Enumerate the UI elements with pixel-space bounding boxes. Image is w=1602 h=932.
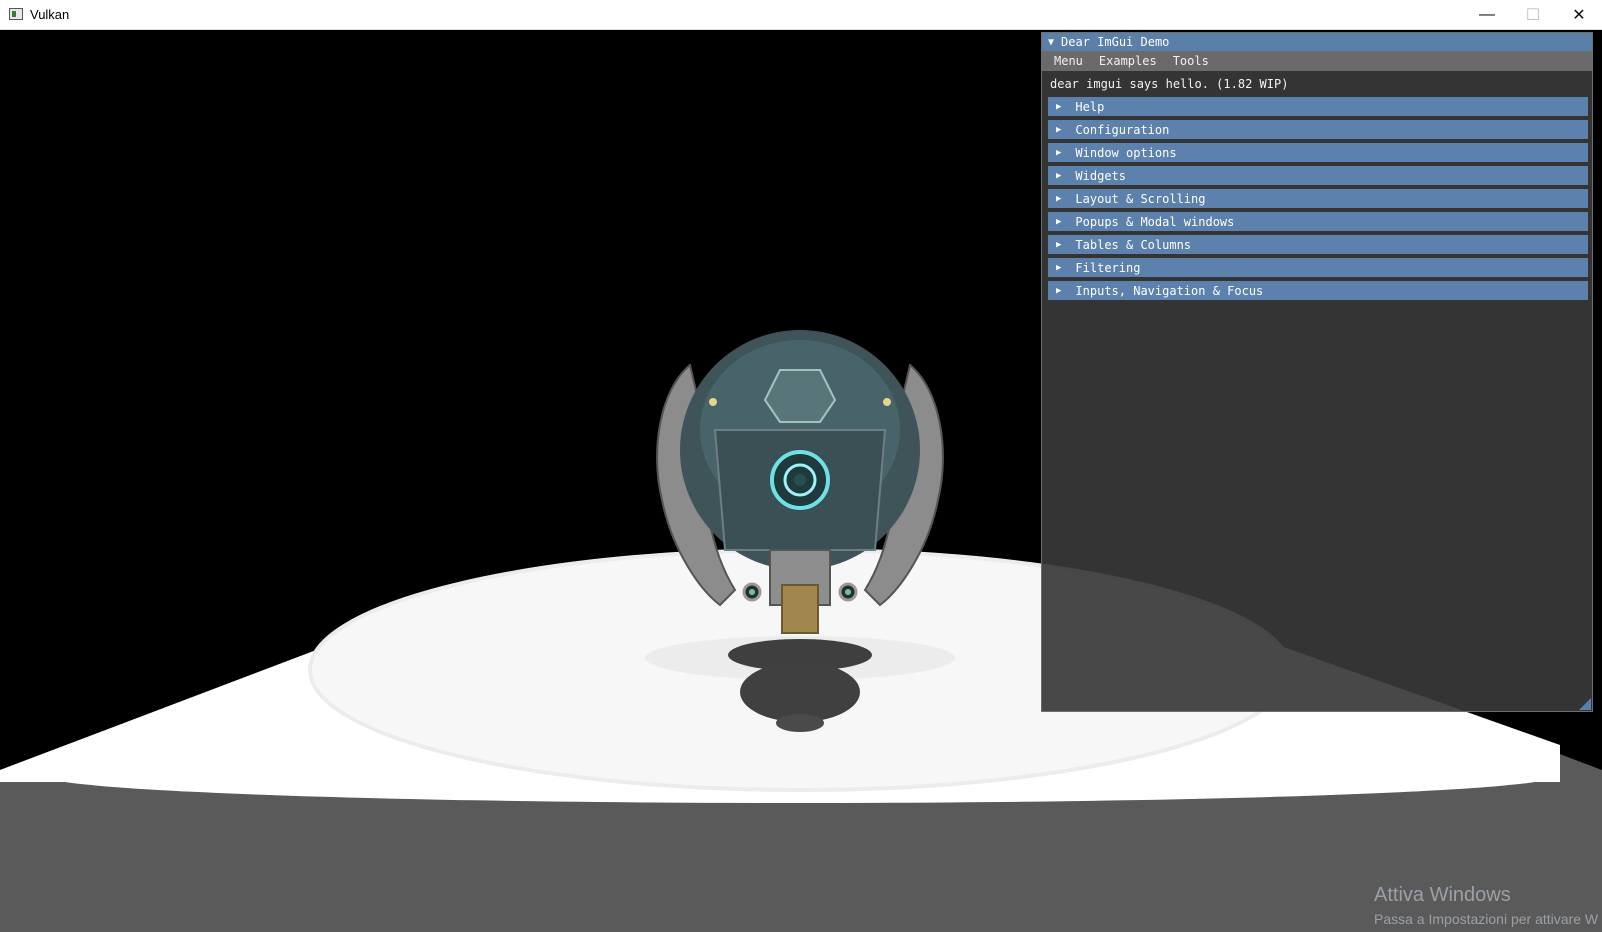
header-label: Filtering: [1075, 260, 1141, 275]
window-title-bar: Vulkan — ☐ ✕: [0, 0, 1602, 30]
header-label: Inputs, Navigation & Focus: [1075, 283, 1264, 298]
expand-arrow-icon: ▶: [1056, 239, 1062, 250]
header-widgets[interactable]: ▶ Widgets: [1048, 166, 1588, 185]
expand-arrow-icon: ▶: [1056, 262, 1062, 273]
collapse-triangle-icon[interactable]: ▼: [1048, 37, 1054, 48]
imgui-hello-text: dear imgui says hello. (1.82 WIP): [1050, 77, 1289, 91]
header-label: Popups & Modal windows: [1075, 214, 1235, 229]
menu-item-menu[interactable]: Menu: [1046, 54, 1091, 68]
collapsing-headers: ▶ Help ▶ Configuration ▶ Window options ▶ Wi…: [1042, 97, 1592, 300]
activation-watermark: Attiva Windows Passa a Impostazioni per …: [1374, 884, 1598, 927]
header-filtering[interactable]: ▶ Filtering: [1048, 258, 1588, 277]
header-label: Window options: [1075, 145, 1177, 160]
imgui-title-bar[interactable]: ▼ Dear ImGui Demo: [1042, 33, 1592, 51]
minimize-button[interactable]: —: [1464, 0, 1510, 30]
header-label: Tables & Columns: [1075, 237, 1192, 252]
imgui-menu-bar: Menu Examples Tools: [1042, 51, 1592, 71]
expand-arrow-icon: ▶: [1056, 101, 1062, 112]
expand-arrow-icon: ▶: [1056, 193, 1062, 204]
header-label: Help: [1075, 99, 1105, 114]
menu-item-examples[interactable]: Examples: [1091, 54, 1165, 68]
imgui-window-title: Dear ImGui Demo: [1061, 35, 1170, 49]
expand-arrow-icon: ▶: [1056, 216, 1062, 227]
header-label: Configuration: [1075, 122, 1170, 137]
header-inputs-navigation[interactable]: ▶ Inputs, Navigation & Focus: [1048, 281, 1588, 300]
expand-arrow-icon: ▶: [1056, 147, 1062, 158]
app-window-icon: [9, 8, 23, 20]
window-title: Vulkan: [30, 7, 70, 22]
maximize-button[interactable]: ☐: [1510, 0, 1556, 30]
close-button[interactable]: ✕: [1556, 0, 1602, 30]
expand-arrow-icon: ▶: [1056, 170, 1062, 181]
menu-item-tools[interactable]: Tools: [1165, 54, 1217, 68]
watermark-title: Attiva Windows: [1374, 884, 1511, 906]
header-label: Layout & Scrolling: [1075, 191, 1206, 206]
watermark-subtitle: Passa a Impostazioni per attivare W: [1374, 911, 1599, 927]
header-tables-columns[interactable]: ▶ Tables & Columns: [1048, 235, 1588, 254]
header-layout-scrolling[interactable]: ▶ Layout & Scrolling: [1048, 189, 1588, 208]
header-popups-modal[interactable]: ▶ Popups & Modal windows: [1048, 212, 1588, 231]
header-configuration[interactable]: ▶ Configuration: [1048, 120, 1588, 139]
resize-grip-icon[interactable]: [1579, 698, 1591, 710]
header-help[interactable]: ▶ Help: [1048, 97, 1588, 116]
header-label: Widgets: [1075, 168, 1126, 183]
header-window-options[interactable]: ▶ Window options: [1048, 143, 1588, 162]
expand-arrow-icon: ▶: [1056, 124, 1062, 135]
imgui-demo-window[interactable]: ▼ Dear ImGui Demo Menu Examples Tools de…: [1041, 32, 1593, 712]
expand-arrow-icon: ▶: [1056, 285, 1062, 296]
